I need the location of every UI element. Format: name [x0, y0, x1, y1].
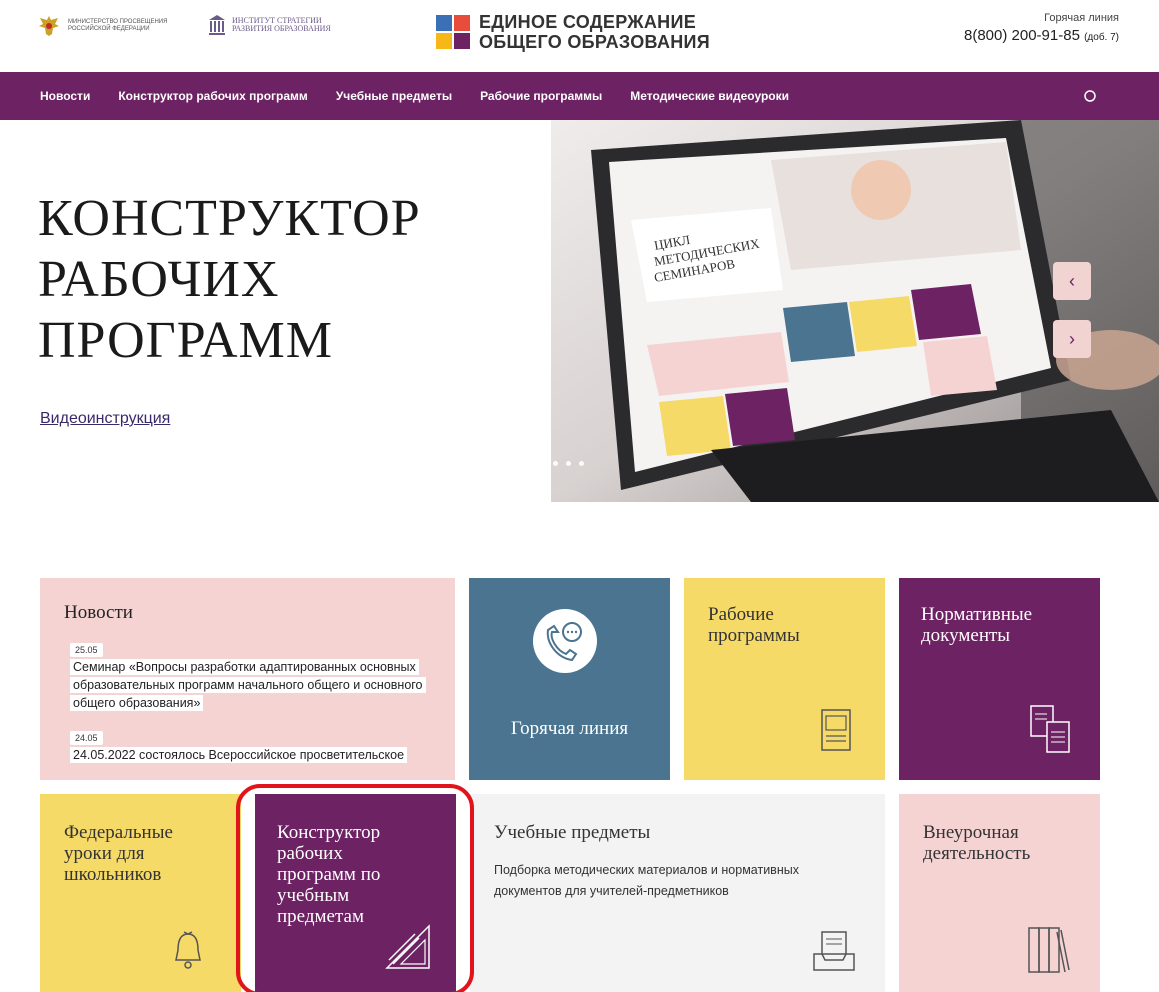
institute-logo[interactable]: Институт стратегии развития образования — [208, 14, 362, 36]
news-date: 24.05 — [70, 731, 103, 745]
tile-school-subjects[interactable]: Учебные предметы Подборка методических м… — [470, 794, 885, 992]
tile-extracurricular[interactable]: Внеурочная деятельность — [899, 794, 1100, 992]
book-icon — [821, 709, 851, 751]
main-nav: Новости Конструктор рабочих программ Уче… — [0, 72, 1159, 120]
tile-normative-docs[interactable]: Нормативные документы — [899, 578, 1100, 780]
slider-dot[interactable] — [566, 461, 571, 466]
nav-item-work-programs[interactable]: Рабочие программы — [480, 89, 602, 103]
search-icon[interactable] — [1083, 89, 1097, 103]
laptop-photo: ЦИКЛ МЕТОДИЧЕСКИХ СЕМИНАРОВ — [551, 120, 1159, 502]
tile-news-title: Новости — [64, 602, 133, 623]
news-date: 25.05 — [70, 643, 103, 657]
highlight-annotation — [236, 784, 474, 992]
institute-text: Институт стратегии развития образования — [232, 16, 331, 33]
inbox-tray-icon — [813, 931, 855, 971]
nav-item-subjects[interactable]: Учебные предметы — [336, 89, 452, 103]
video-instruction-link[interactable]: Видеоинструкция — [40, 410, 170, 428]
nav-item-constructor[interactable]: Конструктор рабочих программ — [118, 89, 307, 103]
logo-squares-icon — [436, 15, 470, 49]
tile-extracurricular-title: Внеурочная деятельность — [923, 822, 1031, 864]
hotline-label: Горячая линия — [1044, 12, 1119, 24]
slider-dot[interactable] — [553, 461, 558, 466]
news-text: Семинар «Вопросы разработки адаптированн… — [70, 659, 426, 711]
bell-icon — [175, 931, 201, 969]
tile-federal-lessons[interactable]: Федеральные уроки для школьников — [40, 794, 241, 992]
tile-hotline-title: Горячая линия — [510, 718, 629, 739]
tile-hotline[interactable]: Горячая линия — [469, 578, 670, 780]
slider-prev-button[interactable]: ‹ — [1053, 262, 1091, 300]
news-item[interactable]: 25.05 Семинар «Вопросы разработки адапти… — [70, 640, 430, 712]
eagle-emblem-icon — [39, 16, 59, 36]
tile-work-programs-title: Рабочие программы — [708, 604, 800, 646]
documents-icon — [1030, 705, 1070, 753]
ministry-logo[interactable]: Министерство просвещения Российской Феде… — [38, 14, 178, 38]
hotline-number[interactable]: 8(800) 200-91-85 (доб. 7) — [964, 27, 1119, 44]
slider-next-button[interactable]: › — [1053, 320, 1091, 358]
site-header: Министерство просвещения Российской Феде… — [0, 0, 1159, 72]
site-logo[interactable]: ЕДИНОЕ СОДЕРЖАНИЕ ОБЩЕГО ОБРАЗОВАНИЯ — [436, 12, 710, 52]
tile-work-programs[interactable]: Рабочие программы — [684, 578, 885, 780]
tile-news[interactable]: Новости 25.05 Семинар «Вопросы разработк… — [40, 578, 455, 780]
hero-slider[interactable]: ЦИКЛ МЕТОДИЧЕСКИХ СЕМИНАРОВ — [551, 120, 1159, 502]
tile-subjects-description: Подборка методических материалов и норма… — [494, 863, 799, 898]
building-icon — [209, 15, 225, 35]
news-item[interactable]: 24.05 24.05.2022 состоялось Всероссийско… — [70, 728, 455, 764]
hotline-contact: Горячая линия 8(800) 200-91-85 (доб. 7) — [964, 12, 1119, 44]
tile-federal-title: Федеральные уроки для школьников — [64, 822, 173, 885]
ministry-text: Министерство просвещения Российской Феде… — [68, 19, 168, 32]
books-icon — [1028, 927, 1070, 973]
nav-item-news[interactable]: Новости — [40, 89, 90, 103]
slider-dots[interactable] — [553, 461, 584, 466]
slider-dot[interactable] — [579, 461, 584, 466]
tile-normative-title: Нормативные документы — [921, 604, 1033, 646]
news-text: 24.05.2022 состоялось Всероссийское прос… — [70, 747, 408, 763]
site-title: ЕДИНОЕ СОДЕРЖАНИЕ ОБЩЕГО ОБРАЗОВАНИЯ — [479, 12, 711, 52]
phone-chat-icon — [533, 609, 597, 673]
hero-title: КОНСТРУКТОР РАБОЧИХ ПРОГРАММ — [38, 190, 421, 369]
tile-subjects-title: Учебные предметы — [494, 822, 651, 843]
nav-item-video-lessons[interactable]: Методические видеоуроки — [630, 89, 789, 103]
